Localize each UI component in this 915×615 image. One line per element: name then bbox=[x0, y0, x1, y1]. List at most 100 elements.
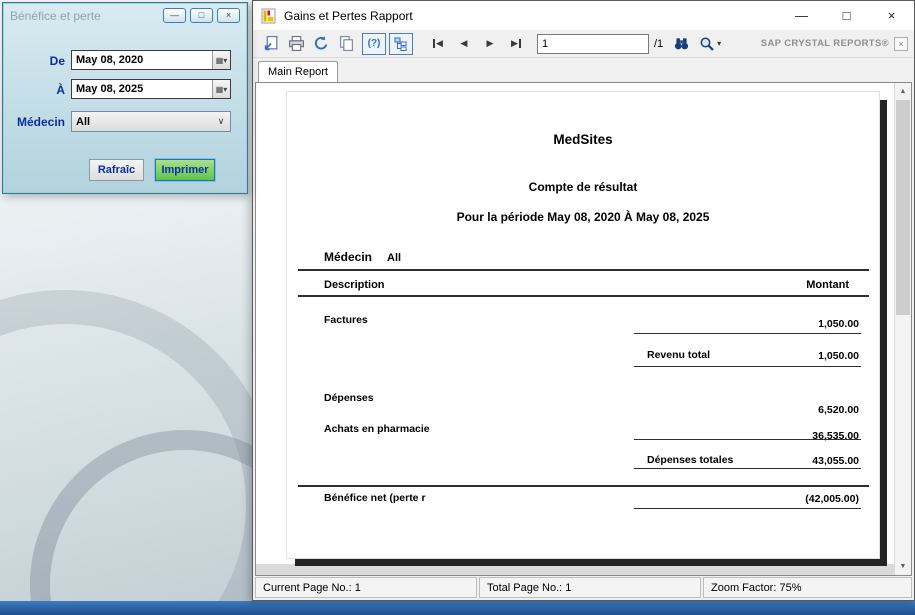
vertical-scrollbar[interactable]: ▲ ▼ bbox=[894, 83, 911, 575]
brand-close-button[interactable]: × bbox=[894, 37, 908, 51]
toggle-group-tree-button[interactable] bbox=[389, 33, 413, 55]
last-page-icon: ▶ bbox=[511, 38, 518, 49]
page-total-label: /1 bbox=[654, 38, 663, 50]
first-page-icon: ◀ bbox=[436, 38, 443, 49]
calendar-icon: ▦▾ bbox=[216, 85, 228, 94]
window-titlebar[interactable]: Gains et Pertes Rapport — □ × bbox=[253, 1, 914, 30]
report-medecin-value: All bbox=[387, 252, 401, 264]
minimize-icon: — bbox=[170, 11, 179, 20]
tab-bar: Main Report bbox=[253, 58, 914, 82]
copy-button[interactable] bbox=[334, 32, 359, 55]
status-current-page: Current Page No.: 1 bbox=[255, 577, 477, 598]
medecin-combobox[interactable]: All ∨ bbox=[71, 111, 231, 132]
date-from-value: May 08, 2020 bbox=[72, 51, 212, 69]
row-amount: 6,520.00 bbox=[818, 404, 859, 416]
maximize-icon: □ bbox=[843, 8, 851, 23]
date-from-picker-button[interactable]: ▦▾ bbox=[212, 51, 230, 69]
row-label: Revenu total bbox=[647, 349, 710, 361]
last-page-bar-icon bbox=[519, 39, 521, 48]
dialog-maximize-button[interactable]: □ bbox=[190, 8, 213, 23]
report-medecin-label: Médecin bbox=[324, 250, 372, 264]
divider bbox=[298, 269, 869, 271]
refresh-button[interactable] bbox=[309, 32, 334, 55]
row-amount: 36,535.00 bbox=[812, 430, 859, 442]
page-navigation: ◀ ◀ ▶ ▶ bbox=[425, 32, 529, 55]
medecin-label: Médecin bbox=[7, 115, 65, 129]
scrollbar-thumb[interactable] bbox=[896, 100, 910, 315]
previous-page-icon: ◀ bbox=[461, 38, 468, 49]
group-tree-icon bbox=[393, 36, 409, 52]
window-minimize-button[interactable]: — bbox=[779, 1, 824, 30]
tab-main-report[interactable]: Main Report bbox=[258, 61, 338, 82]
subtotal-rule bbox=[634, 508, 861, 509]
scroll-down-button[interactable]: ▼ bbox=[895, 558, 911, 575]
refresh-icon bbox=[313, 35, 330, 52]
date-to-picker-button[interactable]: ▦▾ bbox=[212, 80, 230, 98]
divider bbox=[298, 295, 869, 297]
calendar-icon: ▦▾ bbox=[216, 56, 228, 65]
dialog-minimize-button[interactable]: — bbox=[163, 8, 186, 23]
de-label: De bbox=[7, 54, 65, 68]
first-page-button[interactable]: ◀ bbox=[425, 32, 451, 55]
toggle-parameter-panel-button[interactable]: (?) bbox=[362, 33, 386, 55]
imprimer-button[interactable]: Imprimer bbox=[155, 159, 215, 181]
dialog-titlebar[interactable]: Bénéfice et perte — □ × bbox=[3, 3, 247, 28]
row-amount: 1,050.00 bbox=[818, 318, 859, 330]
sap-crystal-reports-brand: SAP CRYSTAL REPORTS® bbox=[761, 38, 889, 49]
next-page-button[interactable]: ▶ bbox=[477, 32, 503, 55]
row-label: Bénéfice net (perte r bbox=[324, 492, 426, 504]
dialog-title: Bénéfice et perte bbox=[10, 9, 159, 23]
row-label: Achats en pharmacie bbox=[324, 423, 430, 435]
a-label: À bbox=[7, 83, 65, 97]
date-to-value: May 08, 2025 bbox=[72, 80, 212, 98]
toolbar: (?) ◀ ◀ ▶ ▶ /1 bbox=[253, 30, 914, 58]
previous-page-button[interactable]: ◀ bbox=[451, 32, 477, 55]
report-company-title: MedSites bbox=[287, 132, 879, 147]
next-page-icon: ▶ bbox=[487, 38, 494, 49]
window-close-button[interactable]: × bbox=[869, 1, 914, 30]
subtotal-rule bbox=[634, 439, 861, 440]
last-page-button[interactable]: ▶ bbox=[503, 32, 529, 55]
screen: Bénéfice et perte — □ × De May 08, 2020 … bbox=[0, 0, 915, 615]
rafraichir-button[interactable]: Rafraîc bbox=[89, 159, 144, 181]
first-page-bar-icon bbox=[433, 39, 435, 48]
medecin-value: All bbox=[72, 116, 212, 128]
export-button[interactable] bbox=[259, 32, 284, 55]
export-icon bbox=[263, 35, 280, 52]
status-zoom-factor: Zoom Factor: 75% bbox=[703, 577, 912, 598]
magnifier-icon bbox=[699, 36, 715, 52]
find-button[interactable] bbox=[669, 32, 694, 55]
status-total-page: Total Page No.: 1 bbox=[479, 577, 701, 598]
divider bbox=[298, 485, 869, 487]
row-label: Dépenses bbox=[324, 392, 374, 404]
minimize-icon: — bbox=[795, 8, 808, 23]
zoom-button[interactable]: ▾ bbox=[694, 32, 726, 55]
column-header-description: Description bbox=[324, 279, 385, 291]
close-icon: × bbox=[898, 39, 903, 49]
date-to-field[interactable]: May 08, 2025 ▦▾ bbox=[71, 79, 231, 99]
scroll-down-icon: ▼ bbox=[900, 563, 907, 570]
report-page: MedSites Compte de résultat Pour la péri… bbox=[286, 91, 880, 559]
report-viewport: MedSites Compte de résultat Pour la péri… bbox=[255, 82, 912, 576]
viewport-bottom-margin bbox=[256, 564, 894, 575]
close-icon: × bbox=[226, 11, 231, 20]
chevron-down-icon: ∨ bbox=[212, 116, 230, 127]
crystal-report-window: Gains et Pertes Rapport — □ × bbox=[252, 0, 915, 601]
scroll-up-button[interactable]: ▲ bbox=[895, 83, 911, 100]
row-amount: 1,050.00 bbox=[818, 350, 859, 362]
binoculars-icon bbox=[673, 35, 690, 52]
scroll-up-icon: ▲ bbox=[900, 88, 907, 95]
subtotal-rule bbox=[634, 468, 861, 469]
print-icon bbox=[288, 35, 305, 52]
row-label: Dépenses totales bbox=[647, 454, 733, 466]
page-number-input[interactable] bbox=[537, 34, 649, 54]
print-button[interactable] bbox=[284, 32, 309, 55]
row-label: Factures bbox=[324, 314, 368, 326]
dialog-close-button[interactable]: × bbox=[217, 8, 240, 23]
status-bar: Current Page No.: 1 Total Page No.: 1 Zo… bbox=[255, 577, 912, 598]
parameter-panel-icon: (?) bbox=[368, 38, 381, 49]
window-title: Gains et Pertes Rapport bbox=[284, 9, 779, 23]
date-from-field[interactable]: May 08, 2020 ▦▾ bbox=[71, 50, 231, 70]
window-maximize-button[interactable]: □ bbox=[824, 1, 869, 30]
report-title: Compte de résultat bbox=[287, 180, 879, 194]
